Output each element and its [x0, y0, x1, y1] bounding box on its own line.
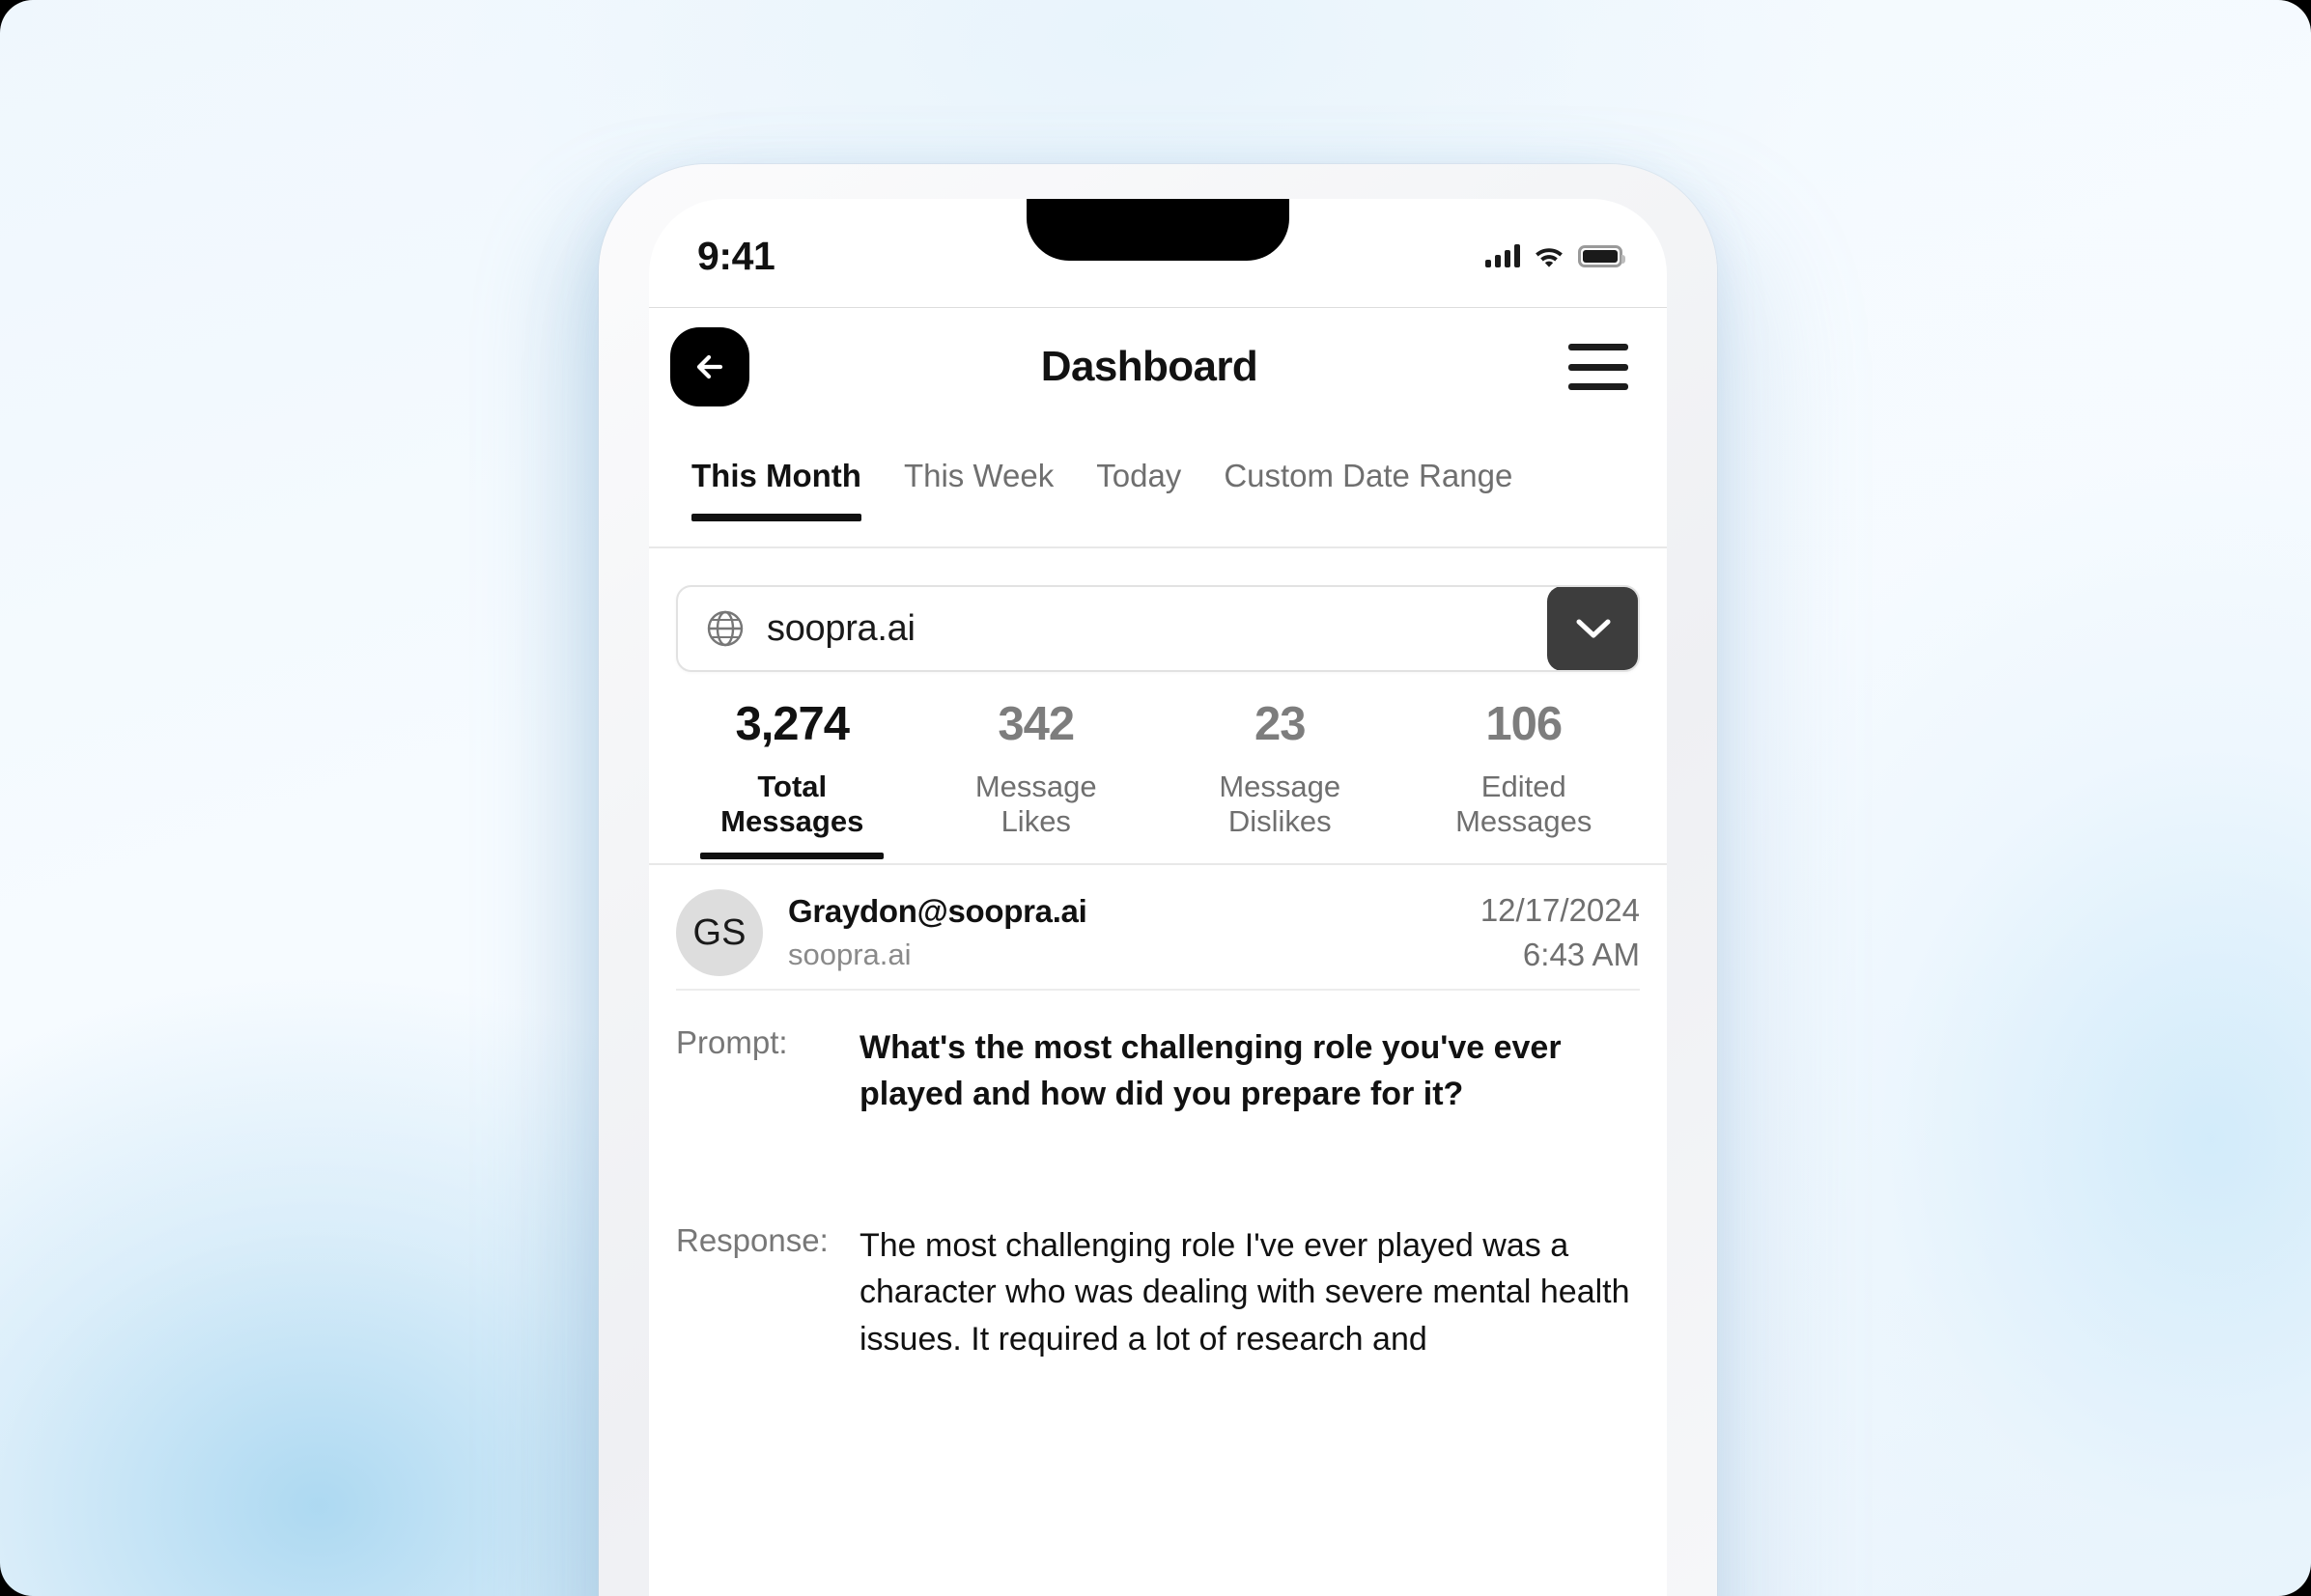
chevron-down-icon	[1576, 619, 1610, 638]
response-label: Response:	[676, 1222, 829, 1258]
tab-label: This Week	[903, 458, 1055, 493]
app-header: Dashboard	[649, 308, 1667, 426]
battery-full-icon	[1578, 244, 1625, 267]
tab-label: This Month	[691, 458, 861, 493]
stats-row: 3,274 Total Messages 342 Message Likes 2…	[649, 698, 1667, 860]
message-author-domain: soopra.ai	[788, 938, 912, 971]
stat-value: 3,274	[735, 698, 850, 750]
stat-value: 106	[1485, 698, 1563, 750]
wifi-icon	[1536, 248, 1563, 267]
stat-label: Message Dislikes	[1219, 770, 1341, 838]
prompt-row: Prompt: What's the most challenging role…	[649, 1024, 1667, 1118]
domain-select-value: soopra.ai	[767, 607, 916, 649]
stat-label: Message Likes	[974, 770, 1097, 838]
date-range-tabs: This Month This Week Today Custom Date R…	[649, 440, 1667, 546]
prompt-text: What's the most challenging role you've …	[860, 1029, 1562, 1113]
message-header: GS Graydon@soopra.ai soopra.ai 12/17/202…	[649, 889, 1667, 976]
stat-label: Edited Messages	[1455, 770, 1592, 838]
stat-edited-messages[interactable]: 106 Edited Messages	[1402, 701, 1647, 859]
tab-label: Today	[1096, 458, 1182, 493]
cellular-signal-icon	[1485, 244, 1520, 267]
message-timestamp: 12/17/2024 6:43 AM	[1480, 892, 1640, 973]
stat-message-likes[interactable]: 342 Message Likes	[915, 701, 1159, 859]
stat-active-underline	[700, 853, 885, 860]
stat-value: 23	[1254, 698, 1307, 750]
tab-today[interactable]: Today	[1075, 440, 1202, 521]
stat-value: 342	[998, 698, 1075, 750]
arrow-left-icon	[696, 354, 723, 379]
message-date: 12/17/2024	[1480, 892, 1640, 928]
tab-label: Custom Date Range	[1224, 458, 1513, 493]
tab-this-month[interactable]: This Month	[670, 440, 883, 521]
stat-label: Total Messages	[720, 770, 864, 838]
response-text: The most challenging role I've ever play…	[860, 1227, 1630, 1358]
status-bar-clock: 9:41	[697, 233, 775, 278]
message-author: Graydon@soopra.ai soopra.ai	[788, 893, 1480, 972]
stat-message-dislikes[interactable]: 23 Message Dislikes	[1158, 701, 1402, 859]
tab-active-underline	[691, 514, 861, 521]
avatar: GS	[676, 889, 763, 976]
hamburger-menu-icon[interactable]	[1568, 344, 1628, 390]
globe-icon	[705, 608, 746, 649]
tab-this-week[interactable]: This Week	[883, 440, 1075, 521]
stats-divider	[649, 863, 1667, 865]
response-row: Response: The most challenging role I've…	[649, 1222, 1667, 1362]
tabs-divider	[649, 546, 1667, 548]
tab-custom-date-range[interactable]: Custom Date Range	[1202, 440, 1534, 521]
domain-dropdown-button[interactable]	[1547, 587, 1638, 670]
prompt-label: Prompt:	[676, 1024, 788, 1060]
page-title: Dashboard	[1040, 343, 1258, 390]
status-bar-icons	[1485, 244, 1625, 267]
phone-screen: 9:41 Dashboard This Month This Week Toda…	[649, 199, 1667, 1596]
message-header-divider	[676, 989, 1640, 991]
phone-device-frame: 9:41 Dashboard This Month This Week Toda…	[599, 164, 1717, 1596]
stat-total-messages[interactable]: 3,274 Total Messages	[670, 698, 915, 860]
message-author-email: Graydon@soopra.ai	[788, 893, 1087, 929]
domain-selector-row: soopra.ai	[649, 585, 1667, 672]
message-time: 6:43 AM	[1522, 937, 1640, 972]
status-bar: 9:41	[649, 199, 1667, 307]
domain-select[interactable]: soopra.ai	[676, 585, 1640, 672]
screenshot-canvas: 9:41 Dashboard This Month This Week Toda…	[0, 0, 2311, 1596]
